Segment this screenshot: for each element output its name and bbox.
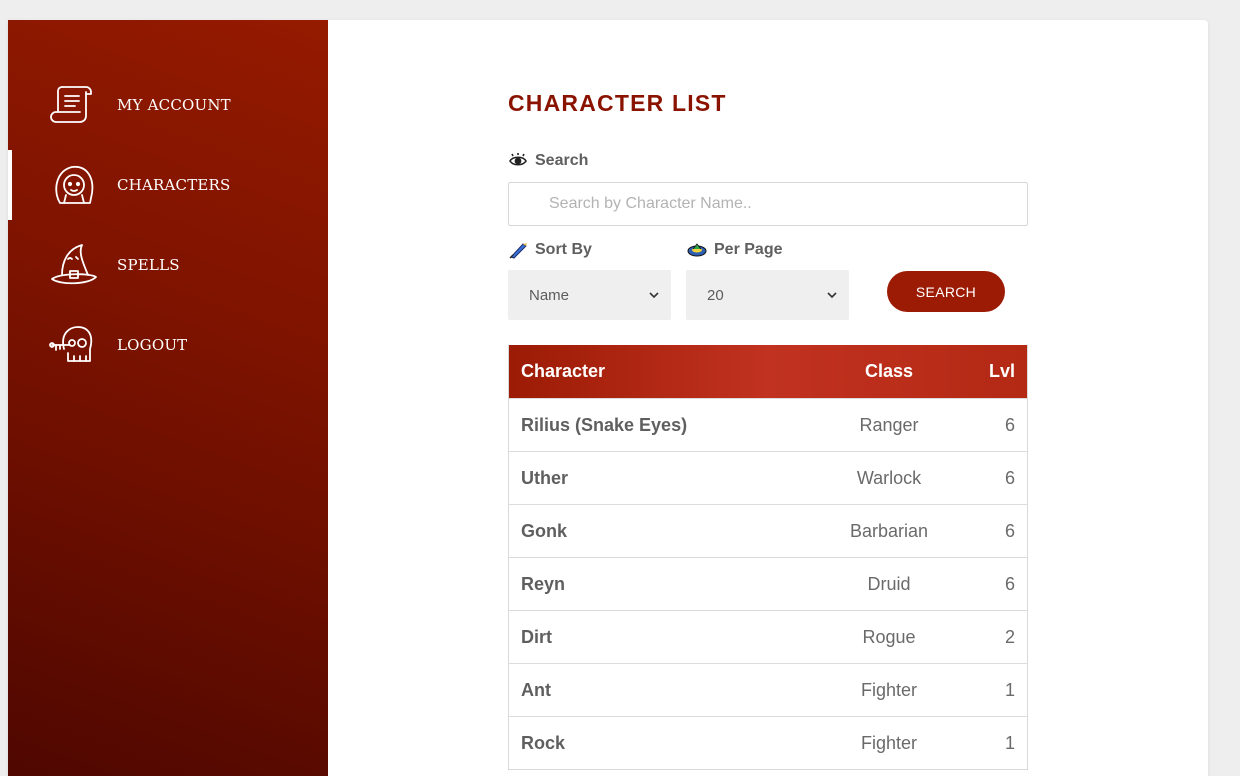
per-page-label-text: Per Page bbox=[714, 241, 783, 258]
cell-class: Fighter bbox=[860, 679, 918, 700]
cell-class: Ranger bbox=[859, 414, 919, 435]
table-row[interactable]: Uther Warlock 6 bbox=[509, 451, 1027, 504]
character-table: Character Class Lvl Rilius (Snake Eyes) … bbox=[508, 345, 1028, 770]
cell-character-name[interactable]: Rock bbox=[509, 733, 829, 754]
sidebar-item-label: Characters bbox=[117, 176, 231, 194]
cell-character-name[interactable]: Dirt bbox=[509, 627, 829, 648]
column-header-character[interactable]: Character bbox=[509, 361, 829, 382]
cell-character-name[interactable]: Rilius (Snake Eyes) bbox=[509, 415, 829, 436]
cell-class: Rogue bbox=[862, 626, 916, 647]
cell-lvl: 1 bbox=[1004, 679, 1015, 700]
sidebar-item-spells[interactable]: Spells bbox=[8, 230, 328, 300]
sidebar-item-my-account[interactable]: My Account bbox=[8, 70, 328, 140]
cell-lvl: 6 bbox=[1004, 520, 1015, 541]
cell-class: Druid bbox=[867, 573, 911, 594]
sidebar-item-label: Spells bbox=[117, 256, 180, 274]
sidebar-item-characters[interactable]: Characters bbox=[8, 150, 328, 220]
cell-lvl: 1 bbox=[1004, 732, 1015, 753]
sidebar: My Account Characters bbox=[8, 20, 328, 776]
search-label: Search bbox=[508, 152, 588, 170]
cell-character-name[interactable]: Reyn bbox=[509, 574, 829, 595]
sort-by-label: Sort By bbox=[508, 241, 592, 259]
chevron-down-icon bbox=[827, 292, 837, 299]
search-label-text: Search bbox=[535, 152, 589, 169]
table-row[interactable]: Gonk Barbarian 6 bbox=[509, 504, 1027, 557]
sidebar-item-label: Logout bbox=[117, 336, 188, 354]
search-input[interactable] bbox=[508, 182, 1028, 226]
potion-icon bbox=[687, 241, 707, 259]
cell-class: Barbarian bbox=[849, 520, 929, 541]
table-row[interactable]: Reyn Druid 6 bbox=[509, 557, 1027, 610]
cell-character-name[interactable]: Uther bbox=[509, 468, 829, 489]
column-header-lvl[interactable]: Lvl bbox=[949, 361, 1027, 382]
cell-class: Warlock bbox=[856, 467, 922, 488]
page-title: CHARACTER LIST bbox=[508, 90, 727, 116]
cell-lvl: 6 bbox=[1004, 467, 1015, 488]
character-face-icon bbox=[46, 157, 102, 213]
chevron-down-icon bbox=[649, 292, 659, 299]
app-window: My Account Characters bbox=[8, 20, 1208, 776]
table-row[interactable]: Ant Fighter 1 bbox=[509, 663, 1027, 716]
cell-character-name[interactable]: Ant bbox=[509, 680, 829, 701]
cell-lvl: 2 bbox=[1004, 626, 1015, 647]
scroll-icon bbox=[46, 77, 102, 133]
eye-icon bbox=[508, 152, 528, 170]
cell-character-name[interactable]: Gonk bbox=[509, 521, 829, 542]
column-header-class[interactable]: Class bbox=[829, 361, 949, 382]
wizard-hat-icon bbox=[46, 237, 102, 293]
table-row[interactable]: Dirt Rogue 2 bbox=[509, 610, 1027, 663]
cell-class: Fighter bbox=[860, 732, 918, 753]
sidebar-item-label: My Account bbox=[117, 96, 231, 114]
quill-icon bbox=[508, 241, 528, 259]
sort-by-label-text: Sort By bbox=[535, 241, 592, 258]
table-header: Character Class Lvl bbox=[509, 345, 1027, 398]
sort-by-value: Name bbox=[529, 286, 570, 304]
table-row[interactable]: Rilius (Snake Eyes) Ranger 6 bbox=[509, 398, 1027, 451]
skull-key-icon bbox=[46, 317, 102, 373]
cell-lvl: 6 bbox=[1004, 414, 1015, 435]
table-row[interactable]: Rock Fighter 1 bbox=[509, 716, 1027, 769]
per-page-select[interactable]: 20 bbox=[686, 270, 849, 320]
per-page-value: 20 bbox=[707, 286, 724, 304]
per-page-label: Per Page bbox=[687, 241, 782, 259]
search-button[interactable]: SEARCH bbox=[887, 271, 1005, 312]
sort-by-select[interactable]: Name bbox=[508, 270, 671, 320]
sidebar-item-logout[interactable]: Logout bbox=[8, 310, 328, 380]
cell-lvl: 6 bbox=[1004, 573, 1015, 594]
